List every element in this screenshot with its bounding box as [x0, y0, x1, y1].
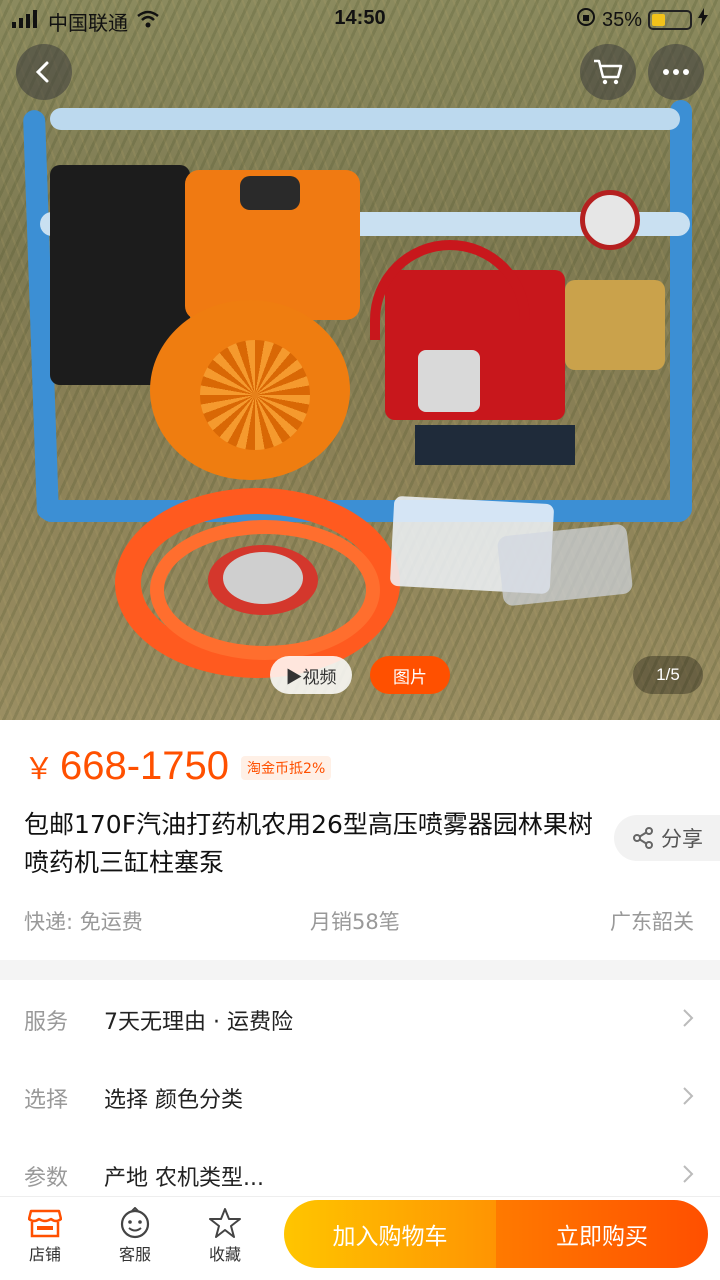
- buy-now-button[interactable]: 立即购买: [496, 1200, 708, 1268]
- pressure-gauge: [580, 190, 640, 250]
- frame-handle-wrapped: [50, 108, 680, 130]
- brass-manifold: [565, 280, 665, 370]
- star-icon: [209, 1208, 241, 1238]
- row-value: 产地 农机类型...: [104, 1166, 264, 1191]
- frame-bar: [40, 500, 690, 522]
- pump-base: [415, 425, 575, 465]
- product-title: 包邮170F汽油打药机农用26型高压喷雾器园林果树喷药机三缸柱塞泵: [24, 810, 593, 877]
- more-button[interactable]: [648, 44, 704, 100]
- row-label: 服务: [24, 1010, 69, 1035]
- buy-now-label: 立即购买: [556, 1224, 648, 1250]
- shipping-info: 快递: 免运费: [24, 910, 143, 934]
- chevron-right-icon: [683, 1009, 694, 1027]
- favorite-label: 收藏: [208, 1245, 241, 1264]
- video-tab[interactable]: ▶视频: [270, 656, 352, 694]
- chevron-right-icon: [683, 1165, 694, 1183]
- fuel-cap: [240, 176, 300, 210]
- customer-service-tab[interactable]: 客服: [100, 1205, 170, 1265]
- filter-mesh: [223, 552, 303, 604]
- row-label: 选择: [24, 1088, 69, 1113]
- coin-discount-tag: 淘金币抵2%: [241, 756, 332, 780]
- add-to-cart-button[interactable]: 加入购物车: [284, 1200, 496, 1268]
- back-button[interactable]: [16, 44, 72, 100]
- row-value: 7天无理由 · 运费险: [104, 1010, 293, 1035]
- row-value: 选择 颜色分类: [104, 1088, 243, 1113]
- store-tab[interactable]: 店铺: [10, 1205, 80, 1265]
- cart-button[interactable]: [580, 44, 636, 100]
- price-value: 668-1750: [60, 744, 230, 788]
- ship-from-location: 广东韶关: [610, 910, 694, 934]
- store-icon: [28, 1209, 62, 1238]
- charging-icon: [698, 8, 708, 32]
- chevron-right-icon: [683, 1087, 694, 1105]
- product-detail-page: ▶视频 图片 1/5 中国联通 14:50 35% ￥ 668-1750 淘金币…: [0, 0, 720, 1280]
- cart-icon: [594, 59, 623, 85]
- accessory-bag: [496, 523, 634, 607]
- store-label: 店铺: [28, 1245, 61, 1264]
- price-row: ￥ 668-1750 淘金币抵2%: [24, 744, 332, 789]
- row-label: 参数: [24, 1166, 69, 1191]
- monthly-sales: 月销58笔: [310, 910, 400, 934]
- battery-icon: [648, 10, 692, 30]
- currency-symbol: ￥: [24, 752, 54, 787]
- photo-tab[interactable]: 图片: [370, 656, 450, 694]
- customer-service-label: 客服: [118, 1245, 151, 1264]
- service-row[interactable]: 服务 7天无理由 · 运费险: [0, 980, 720, 1058]
- image-counter: 1/5: [633, 656, 703, 694]
- pump-outlet: [418, 350, 480, 412]
- engine-grille: [200, 340, 310, 450]
- frame-bar: [670, 100, 692, 520]
- battery-percent: 35%: [601, 8, 642, 31]
- orientation-lock-icon: [576, 7, 596, 33]
- more-icon: [663, 69, 689, 75]
- customer-service-icon: [120, 1207, 150, 1239]
- select-sku-row[interactable]: 选择 选择 颜色分类: [0, 1058, 720, 1136]
- favorite-tab[interactable]: 收藏: [190, 1205, 260, 1265]
- add-to-cart-label: 加入购物车: [332, 1224, 448, 1250]
- share-label: 分享: [661, 827, 703, 851]
- share-icon: [633, 827, 653, 849]
- product-image-gallery[interactable]: ▶视频 图片 1/5: [0, 0, 720, 720]
- status-bar: 中国联通 14:50 35%: [0, 0, 720, 38]
- chevron-left-icon: [35, 61, 49, 83]
- share-button[interactable]: 分享: [614, 815, 720, 861]
